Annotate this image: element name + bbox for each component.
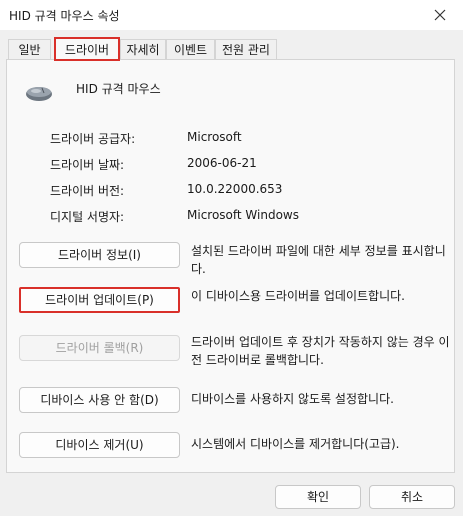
tab-events[interactable]: 이벤트 (166, 39, 215, 59)
driver-date-label: 드라이버 날짜: (50, 158, 125, 172)
uninstall-device-button[interactable]: 디바이스 제거(U) (19, 432, 180, 458)
mouse-icon (26, 87, 52, 101)
uninstall-device-description: 시스템에서 디바이스를 제거합니다(고급). (191, 437, 400, 451)
close-icon (434, 9, 446, 21)
roll-back-driver-button: 드라이버 롤백(R) (19, 335, 180, 361)
driver-details-button[interactable]: 드라이버 정보(I) (19, 242, 180, 268)
driver-details-description: 설치된 드라이버 파일에 대한 세부 정보를 표시합니다. (191, 244, 446, 276)
driver-provider-value: Microsoft (187, 130, 242, 144)
update-driver-button[interactable]: 드라이버 업데이트(P) (19, 287, 180, 313)
ok-button[interactable]: 확인 (275, 485, 361, 509)
driver-version-value: 10.0.22000.653 (187, 182, 283, 196)
tab-details[interactable]: 자세히 (120, 39, 166, 59)
tab-general[interactable]: 일반 (8, 39, 51, 59)
update-driver-description: 이 디바이스용 드라이버를 업데이트합니다. (191, 289, 405, 303)
roll-back-driver-description: 드라이버 업데이트 후 장치가 작동하지 않는 경우 이전 드라이버로 롤백합니… (191, 335, 450, 367)
driver-date-value: 2006-06-21 (187, 156, 257, 170)
title-bar: HID 규격 마우스 속성 (0, 0, 463, 30)
cancel-button[interactable]: 취소 (369, 485, 455, 509)
digital-signer-value: Microsoft Windows (187, 208, 299, 222)
device-name: HID 규격 마우스 (76, 82, 161, 96)
digital-signer-label: 디지털 서명자: (50, 210, 125, 224)
close-button[interactable] (417, 0, 463, 30)
tab-power-management[interactable]: 전원 관리 (215, 39, 277, 59)
disable-device-button[interactable]: 디바이스 사용 안 함(D) (19, 387, 180, 413)
driver-provider-label: 드라이버 공급자: (50, 132, 136, 146)
window-title: HID 규격 마우스 속성 (9, 9, 120, 23)
tab-driver[interactable]: 드라이버 (54, 37, 120, 61)
disable-device-description: 디바이스를 사용하지 않도록 설정합니다. (191, 392, 394, 406)
driver-version-label: 드라이버 버전: (50, 184, 125, 198)
